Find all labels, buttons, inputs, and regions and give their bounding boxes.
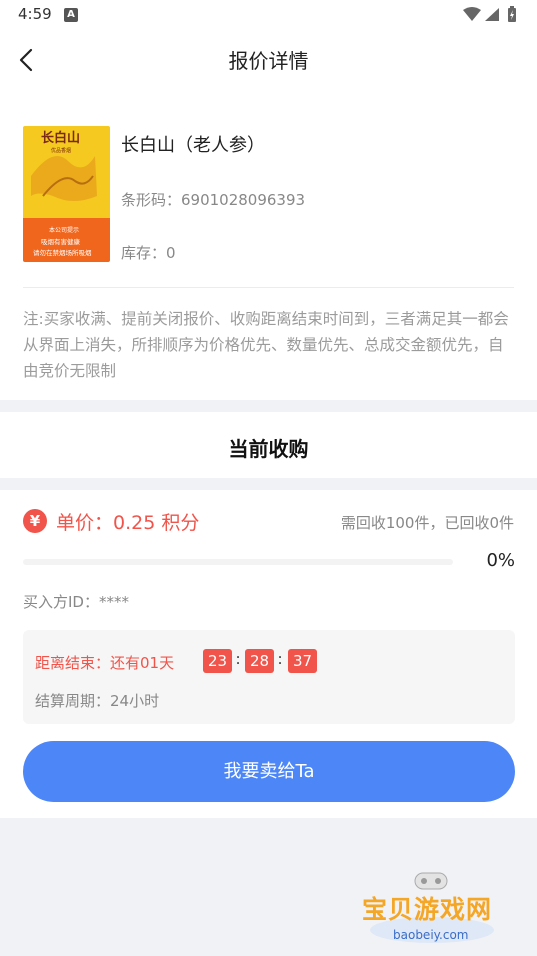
current-purchase-header: 当前收购 [0,412,537,478]
countdown-separator: : [277,650,283,668]
notice-text: 注:买家收满、提前关闭报价、收购距离结束时间到，三者满足其一都会从界面上消失，所… [23,310,509,380]
countdown-label: 距离结束：还有01天 [35,654,175,672]
watermark-text: 宝贝游戏网 [362,895,493,924]
svg-text:优品香烟: 优品香烟 [51,147,71,154]
app-bar: 报价详情 [0,30,537,88]
notification-icon: A [64,8,78,22]
product-image: 长白山 优品香烟 本公司提示 吸烟有害健康 请勿在禁烟场所吸烟 [23,126,110,262]
recycle-status: 需回收100件，已回收0件 [340,514,514,532]
progress-percent: 0% [486,550,515,571]
divider [23,287,514,288]
product-barcode: 条形码：6901028096393 [121,191,306,209]
yen-icon: ¥ [23,509,47,533]
product-name: 长白山（老人参） [121,135,265,156]
countdown-box: 距离结束：还有01天 23 : 28 : 37 结算周期：24小时 [23,630,515,724]
purchase-card: ¥ 单价：0.25 积分 需回收100件，已回收0件 0% 买入方ID：****… [0,490,537,818]
svg-text:长白山: 长白山 [41,130,80,146]
watermark-url: baobeiy.com [393,928,469,942]
sell-to-buyer-button[interactable]: 我要卖给Ta [23,741,515,802]
svg-text:吸烟有害健康: 吸烟有害健康 [41,237,81,246]
product-card: 长白山 优品香烟 本公司提示 吸烟有害健康 请勿在禁烟场所吸烟 长白山（老人参）… [0,88,537,400]
page-title: 报价详情 [228,49,309,73]
countdown-separator: : [235,650,241,668]
status-bar: 4:59 A [0,0,537,30]
svg-text:请勿在禁烟场所吸烟: 请勿在禁烟场所吸烟 [33,248,92,257]
section-title: 当前收购 [228,437,309,461]
wifi-icon [463,7,481,21]
watermark-logo: 宝贝游戏网 baobeiy.com [360,868,510,948]
countdown-hours: 23 [203,649,232,673]
status-icons [463,6,516,22]
countdown-minutes: 28 [245,649,274,673]
svg-text:本公司提示: 本公司提示 [49,226,79,234]
progress-bar [23,559,453,565]
product-stock: 库存：0 [121,244,176,262]
buyer-id: 买入方ID：**** [23,593,129,611]
settlement-period: 结算周期：24小时 [35,692,160,710]
status-time: 4:59 [18,5,52,23]
signal-icon [485,8,499,21]
countdown-seconds: 37 [288,649,317,673]
unit-price: 单价：0.25 积分 [56,512,200,534]
